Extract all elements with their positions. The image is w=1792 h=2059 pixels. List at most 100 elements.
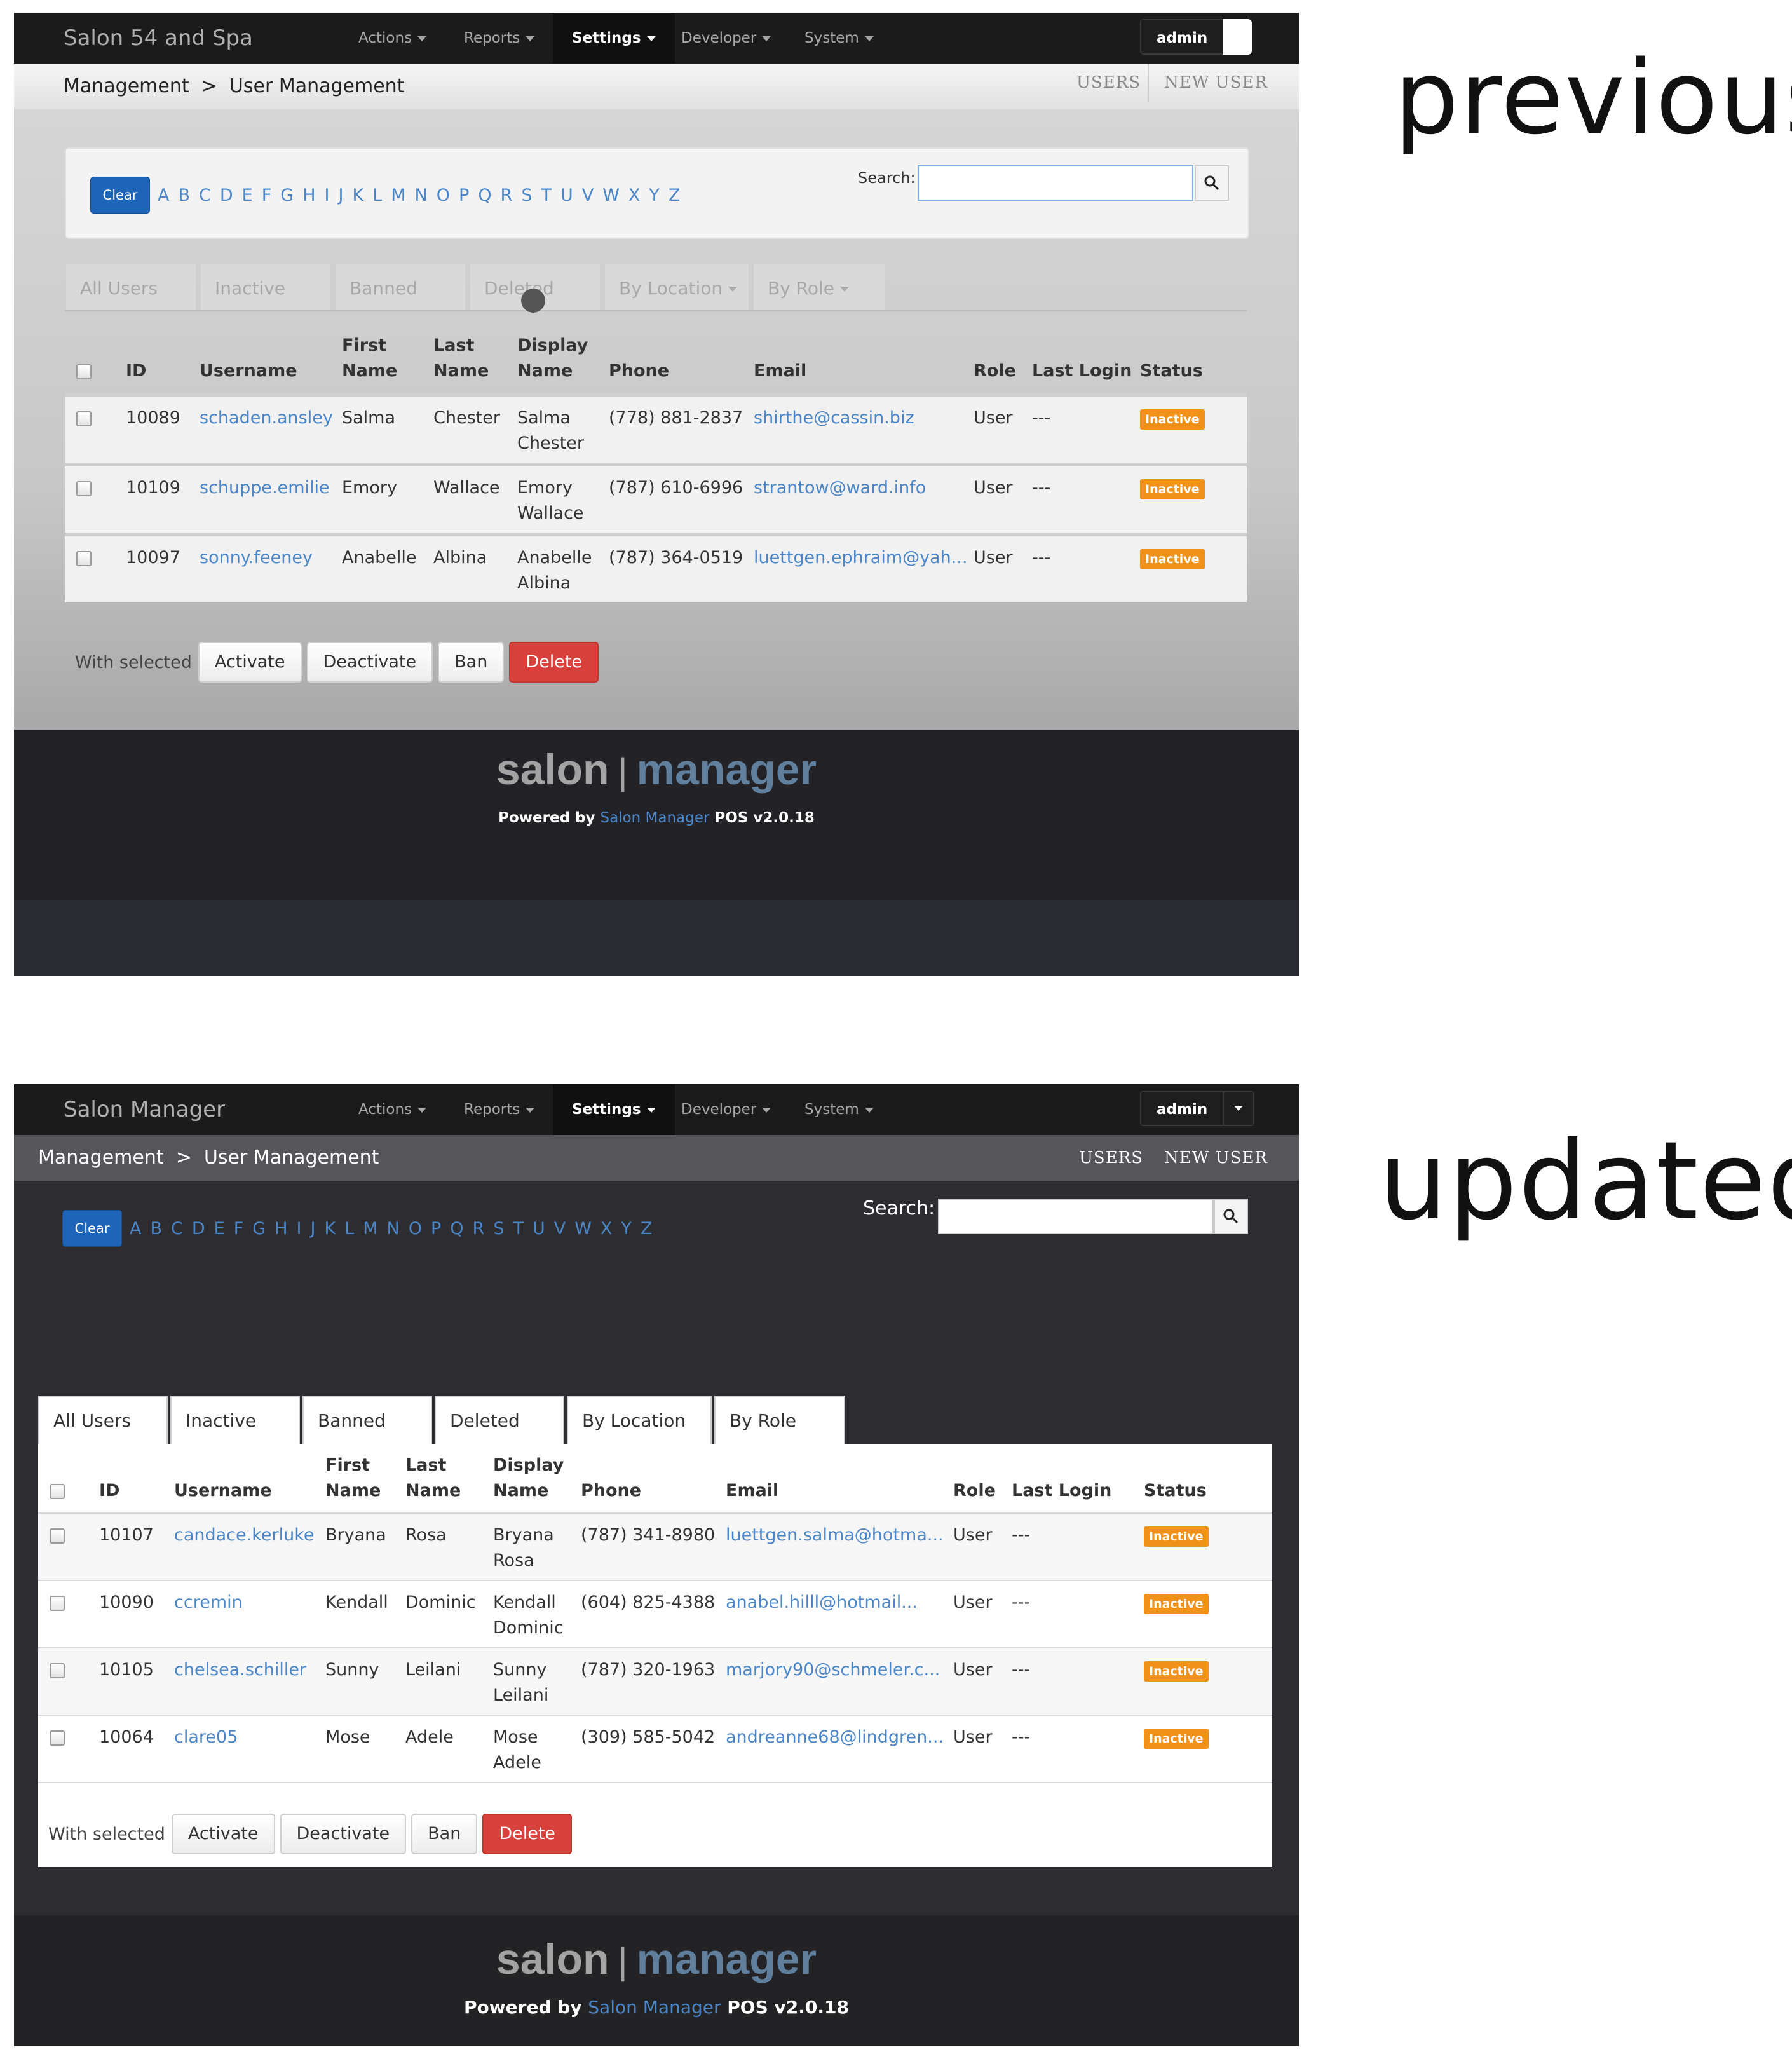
admin-dropdown-toggle[interactable] <box>1223 1091 1255 1126</box>
new-user-link[interactable]: NEW USER <box>1164 60 1268 105</box>
deactivate-button[interactable]: Deactivate <box>280 1814 407 1854</box>
letter-link[interactable]: N <box>415 186 428 205</box>
cell-email[interactable]: luettgen.ephraim@yah... <box>754 534 974 602</box>
letter-link[interactable]: Z <box>669 186 681 205</box>
letter-link[interactable]: Z <box>641 1219 653 1239</box>
table-row[interactable]: 10064 clare05 Mose Adele Mose Adele (309… <box>38 1715 1272 1783</box>
row-checkbox[interactable] <box>76 411 92 426</box>
clear-button[interactable]: Clear <box>62 1210 122 1247</box>
letter-link[interactable]: A <box>130 1219 141 1239</box>
cell-email[interactable]: luettgen.salma@hotma... <box>726 1513 953 1580</box>
letter-link[interactable]: O <box>409 1219 422 1239</box>
nav-reports[interactable]: Reports <box>464 13 535 64</box>
tab-banned[interactable]: Banned <box>334 263 466 311</box>
cell-username[interactable]: ccremin <box>174 1580 325 1648</box>
letter-link[interactable]: B <box>150 1219 162 1239</box>
letter-link[interactable]: U <box>560 186 573 205</box>
select-all-checkbox[interactable] <box>76 364 92 379</box>
ban-button[interactable]: Ban <box>438 642 505 683</box>
admin-button[interactable]: admin <box>1140 19 1223 55</box>
letter-link[interactable]: R <box>473 1219 485 1239</box>
tab-all-users[interactable]: All Users <box>65 263 197 311</box>
salon-manager-link[interactable]: Salon Manager <box>601 810 710 826</box>
letter-link[interactable]: Y <box>621 1219 632 1239</box>
letter-link[interactable]: T <box>541 186 552 205</box>
activate-button[interactable]: Activate <box>171 1814 275 1854</box>
letter-link[interactable]: E <box>242 186 253 205</box>
tab-by-role[interactable]: By Role <box>714 1396 845 1444</box>
letter-link[interactable]: W <box>574 1219 592 1239</box>
letter-link[interactable]: L <box>372 186 382 205</box>
clear-button[interactable]: Clear <box>90 177 150 214</box>
table-row[interactable]: 10097 sonny.feeney Anabelle Albina Anabe… <box>65 534 1247 602</box>
cell-username[interactable]: clare05 <box>174 1715 325 1783</box>
letter-link[interactable]: O <box>437 186 450 205</box>
row-checkbox[interactable] <box>50 1528 65 1544</box>
admin-button[interactable]: admin <box>1140 1091 1223 1126</box>
letter-link[interactable]: J <box>310 1219 315 1239</box>
tab-all-users[interactable]: All Users <box>38 1396 168 1444</box>
search-button[interactable] <box>1214 1199 1248 1234</box>
cell-email[interactable]: shirthe@cassin.biz <box>754 395 974 465</box>
letter-link[interactable]: I <box>297 1219 302 1239</box>
admin-menu[interactable]: admin <box>1140 1091 1255 1126</box>
table-row[interactable]: 10107 candace.kerluke Bryana Rosa Bryana… <box>38 1513 1272 1580</box>
tab-inactive[interactable]: Inactive <box>170 1396 300 1444</box>
salon-manager-link[interactable]: Salon Manager <box>588 1997 721 2018</box>
letter-link[interactable]: M <box>391 186 405 205</box>
letter-link[interactable]: H <box>302 186 315 205</box>
cell-email[interactable]: andreanne68@lindgren... <box>726 1715 953 1783</box>
delete-button[interactable]: Delete <box>482 1814 573 1854</box>
letter-link[interactable]: K <box>352 186 363 205</box>
search-button[interactable] <box>1195 165 1229 201</box>
nav-actions[interactable]: Actions <box>358 1084 427 1135</box>
letter-link[interactable]: P <box>459 186 469 205</box>
letter-link[interactable]: N <box>387 1219 400 1239</box>
new-user-link[interactable]: NEW USER <box>1164 1135 1268 1181</box>
letter-link[interactable]: V <box>554 1219 566 1239</box>
letter-link[interactable]: I <box>325 186 330 205</box>
cell-email[interactable]: anabel.hilll@hotmail... <box>726 1580 953 1648</box>
cell-username[interactable]: sonny.feeney <box>200 534 342 602</box>
brand[interactable]: Salon 54 and Spa <box>64 13 253 64</box>
nav-settings[interactable]: Settings <box>553 1084 675 1135</box>
letter-link[interactable]: R <box>501 186 513 205</box>
letter-link[interactable]: P <box>431 1219 441 1239</box>
cell-email[interactable]: strantow@ward.info <box>754 465 974 534</box>
letter-link[interactable]: Q <box>450 1219 463 1239</box>
delete-button[interactable]: Delete <box>509 642 599 683</box>
letter-link[interactable]: B <box>178 186 190 205</box>
tab-by-location[interactable]: By Location <box>604 263 750 311</box>
letter-link[interactable]: J <box>338 186 343 205</box>
letter-link[interactable]: T <box>513 1219 524 1239</box>
tab-deleted[interactable]: Deleted <box>435 1396 564 1444</box>
nav-developer[interactable]: Developer <box>681 1084 771 1135</box>
letter-link[interactable]: S <box>493 1219 504 1239</box>
row-checkbox[interactable] <box>50 1662 65 1678</box>
row-checkbox[interactable] <box>50 1730 65 1746</box>
letter-link[interactable]: X <box>628 186 641 205</box>
letter-link[interactable]: U <box>533 1219 545 1239</box>
table-row[interactable]: 10105 chelsea.schiller Sunny Leilani Sun… <box>38 1648 1272 1715</box>
tab-inactive[interactable]: Inactive <box>200 263 332 311</box>
row-checkbox[interactable] <box>76 480 92 496</box>
letter-link[interactable]: Y <box>649 186 660 205</box>
nav-settings[interactable]: Settings <box>553 13 675 64</box>
nav-reports[interactable]: Reports <box>464 1084 535 1135</box>
cell-username[interactable]: schaden.ansley <box>200 395 342 465</box>
search-input[interactable] <box>938 1199 1214 1234</box>
letter-link[interactable]: C <box>171 1219 183 1239</box>
users-link[interactable]: USERS <box>1076 60 1141 105</box>
tab-banned[interactable]: Banned <box>302 1396 432 1444</box>
search-input[interactable] <box>918 165 1193 201</box>
letter-link[interactable]: S <box>521 186 532 205</box>
cell-username[interactable]: schuppe.emilie <box>200 465 342 534</box>
letter-link[interactable]: H <box>275 1219 287 1239</box>
letter-link[interactable]: G <box>280 186 294 205</box>
letter-link[interactable]: V <box>582 186 594 205</box>
deactivate-button[interactable]: Deactivate <box>306 642 433 683</box>
cell-username[interactable]: chelsea.schiller <box>174 1648 325 1715</box>
tab-by-role[interactable]: By Role <box>752 263 886 311</box>
letter-link[interactable]: Q <box>478 186 491 205</box>
admin-menu[interactable]: admin <box>1140 19 1252 55</box>
